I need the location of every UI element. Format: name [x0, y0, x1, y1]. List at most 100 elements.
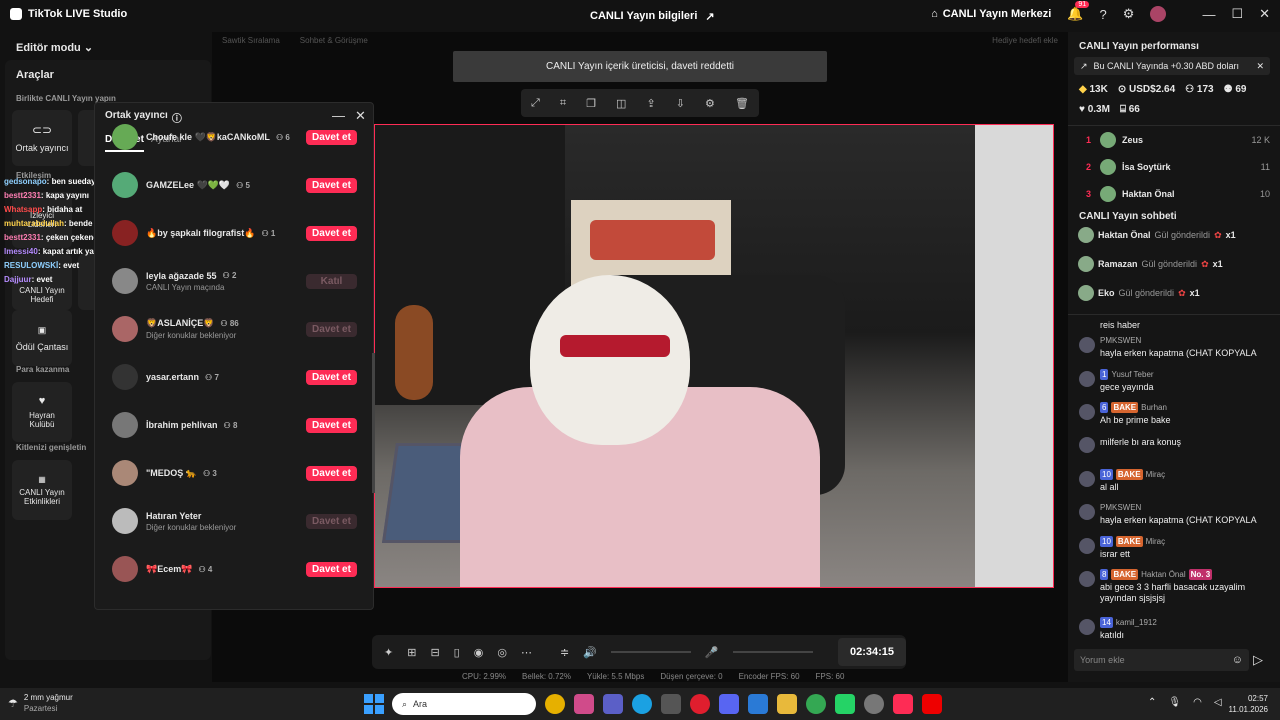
mail-icon[interactable] — [748, 694, 768, 714]
crop-icon[interactable]: ⌗ — [560, 97, 566, 110]
avatar — [1079, 471, 1095, 487]
avatar — [112, 460, 138, 486]
scrollbar[interactable] — [372, 353, 375, 493]
emoji-icon[interactable]: ☺ — [1232, 654, 1243, 666]
help-icon[interactable]: ? — [1100, 7, 1107, 22]
avatar[interactable] — [1150, 6, 1167, 22]
rose-icon: ✿ — [1178, 287, 1186, 298]
chat-username: Miraç — [1145, 537, 1166, 546]
tab-sawtik[interactable]: Sawtik Sıralama — [222, 36, 280, 45]
youtube-icon[interactable] — [922, 694, 942, 714]
speaker-volume-slider[interactable] — [610, 651, 691, 653]
invite-button[interactable]: Davet et — [306, 129, 357, 145]
clock[interactable]: 02:57 11.01.2026 — [1226, 693, 1268, 715]
rose-icon: ✿ — [1201, 258, 1209, 269]
invite-button[interactable]: Davet et — [306, 513, 357, 529]
windows-start-icon[interactable] — [364, 694, 384, 714]
chat-message: 14 kamil_1912 katıldı — [1068, 617, 1280, 641]
tab-chat-call[interactable]: Sohbet & Görüşme — [300, 36, 368, 45]
invite-button[interactable]: Davet et — [306, 369, 357, 385]
record-icon[interactable]: ◉ — [474, 646, 484, 659]
scene-add-icon[interactable]: ⊞ — [407, 646, 416, 659]
opera-icon[interactable] — [690, 694, 710, 714]
fan-club-button[interactable]: ♥ Hayran Kulübü — [12, 382, 72, 442]
taskbar-search[interactable]: ⌕ Ara — [392, 693, 536, 715]
chat-message: PMKSWEN hayla erken kapatma (CHAT KOPYALA — [1068, 335, 1280, 359]
maximize-icon[interactable]: ☐ — [1231, 6, 1243, 22]
settings-icon[interactable]: ⚙ — [705, 97, 715, 110]
source-add-icon[interactable]: ⊟ — [430, 646, 439, 659]
invite-button[interactable]: Davet et — [306, 321, 357, 337]
avatar — [112, 556, 138, 582]
send-icon[interactable]: ▷ — [1253, 652, 1263, 668]
perf-stats-row2: ♥ 0.3M ⌸ 66 — [1079, 104, 1140, 115]
cohost-name: "MEDOŞ 🐆 — [146, 467, 197, 478]
bell-icon[interactable]: 🔔 91 — [1067, 1, 1090, 22]
invite-button[interactable]: Davet et — [306, 417, 357, 433]
mic-icon[interactable]: 🎙 — [1168, 697, 1181, 708]
discord-icon[interactable] — [719, 694, 739, 714]
rain-icon: ☂ — [8, 697, 18, 710]
award-bag-button[interactable]: ▣ Ödül Çantası — [12, 310, 72, 366]
gear-icon[interactable]: ⚙ — [1123, 6, 1135, 22]
invite-button[interactable]: Davet et — [306, 177, 357, 193]
layer-up-icon[interactable]: ⇪ — [647, 97, 656, 110]
mixer-icon[interactable]: ≑ — [560, 646, 569, 659]
live-center-button[interactable]: ⌂ CANLI Yayın Merkezi — [931, 8, 1051, 20]
chrome-2-icon[interactable] — [806, 694, 826, 714]
replay-icon[interactable]: ◎ — [497, 646, 507, 659]
gift-goal-tab[interactable]: Hediye hedefi ekle — [992, 36, 1058, 45]
camera-feed[interactable] — [374, 124, 1054, 588]
tiktok-live-icon[interactable] — [893, 694, 913, 714]
windows-taskbar: ☂ 2 mm yağmur Pazartesi ⌕ Ara ⌃ 🎙 ◠ ◁ 02:… — [0, 688, 1280, 720]
avatar — [1100, 132, 1116, 148]
live-info-button[interactable]: CANLI Yayın bilgileri ↗ — [590, 10, 715, 23]
cohost-row: 🎀Ecem🎀 ⚇ 4 Davet et — [112, 549, 357, 589]
speaker-icon[interactable]: 🔊 — [583, 646, 597, 659]
folder-icon[interactable] — [777, 694, 797, 714]
minimize-icon[interactable]: — — [1202, 7, 1215, 22]
layer-down-icon[interactable]: ⇩ — [676, 97, 685, 110]
photos-icon[interactable] — [574, 694, 594, 714]
close-banner-icon[interactable]: ✕ — [1256, 61, 1264, 72]
mic-volume-slider[interactable] — [732, 651, 813, 653]
delete-icon[interactable]: 🗑 — [735, 97, 749, 110]
right-panel: CANLI Yayın performansı ↗ Bu CANLI Yayınd… — [1068, 32, 1280, 682]
chevron-up-icon[interactable]: ⌃ — [1148, 697, 1156, 708]
more-icon[interactable]: ⋯ — [521, 646, 532, 659]
volume-icon[interactable]: ◁ — [1214, 697, 1222, 708]
game-icon[interactable] — [864, 694, 884, 714]
join-button[interactable]: Katıl — [306, 273, 357, 289]
invite-button[interactable]: Davet et — [306, 465, 357, 481]
gift-sender: Eko — [1098, 288, 1115, 298]
chrome-icon[interactable] — [545, 694, 565, 714]
level-badge: 10 — [1100, 469, 1113, 480]
phone-icon[interactable]: ▯ — [454, 646, 460, 659]
teams-icon[interactable] — [603, 694, 623, 714]
comment-input[interactable]: Yorum ekle ☺ — [1074, 649, 1249, 671]
invite-button[interactable]: Davet et — [306, 225, 357, 241]
live-events-button[interactable]: ▦ CANLI Yayın Etkinlikleri — [12, 460, 72, 520]
edge-icon[interactable] — [632, 694, 652, 714]
cohost-tool-button[interactable]: ⊂⊃ Ortak yayıncı — [12, 110, 72, 166]
invite-button[interactable]: Davet et — [306, 561, 357, 577]
ranking-row[interactable]: 1 Zeus 12 K — [1068, 130, 1280, 150]
divider — [1068, 125, 1280, 126]
whatsapp-icon[interactable] — [835, 694, 855, 714]
close-icon[interactable]: ✕ — [1259, 6, 1270, 22]
app-icon[interactable] — [661, 694, 681, 714]
flip-icon[interactable]: ◫ — [616, 97, 626, 110]
mic-icon[interactable]: 🎤 — [705, 646, 719, 659]
editor-mode-dropdown[interactable]: Editör modu ⌄ — [16, 41, 93, 54]
fit-icon[interactable]: ⤢ — [531, 97, 540, 110]
ranking-row[interactable]: 2 İsa Soytürk 11 — [1068, 157, 1280, 177]
overlay-user: Dajjuur — [4, 275, 32, 284]
magic-icon[interactable]: ✦ — [384, 646, 393, 659]
usd-stat: ⊙ USD$2.64 — [1117, 84, 1176, 95]
wifi-icon[interactable]: ◠ — [1193, 697, 1202, 708]
live-timer: 02:34:15 — [838, 638, 906, 666]
ranking-row[interactable]: 3 Haktan Önal 10 — [1068, 184, 1280, 204]
copy-icon[interactable]: ❐ — [586, 97, 596, 110]
avatar — [1079, 437, 1095, 453]
weather-widget[interactable]: ☂ 2 mm yağmur Pazartesi — [8, 692, 73, 714]
